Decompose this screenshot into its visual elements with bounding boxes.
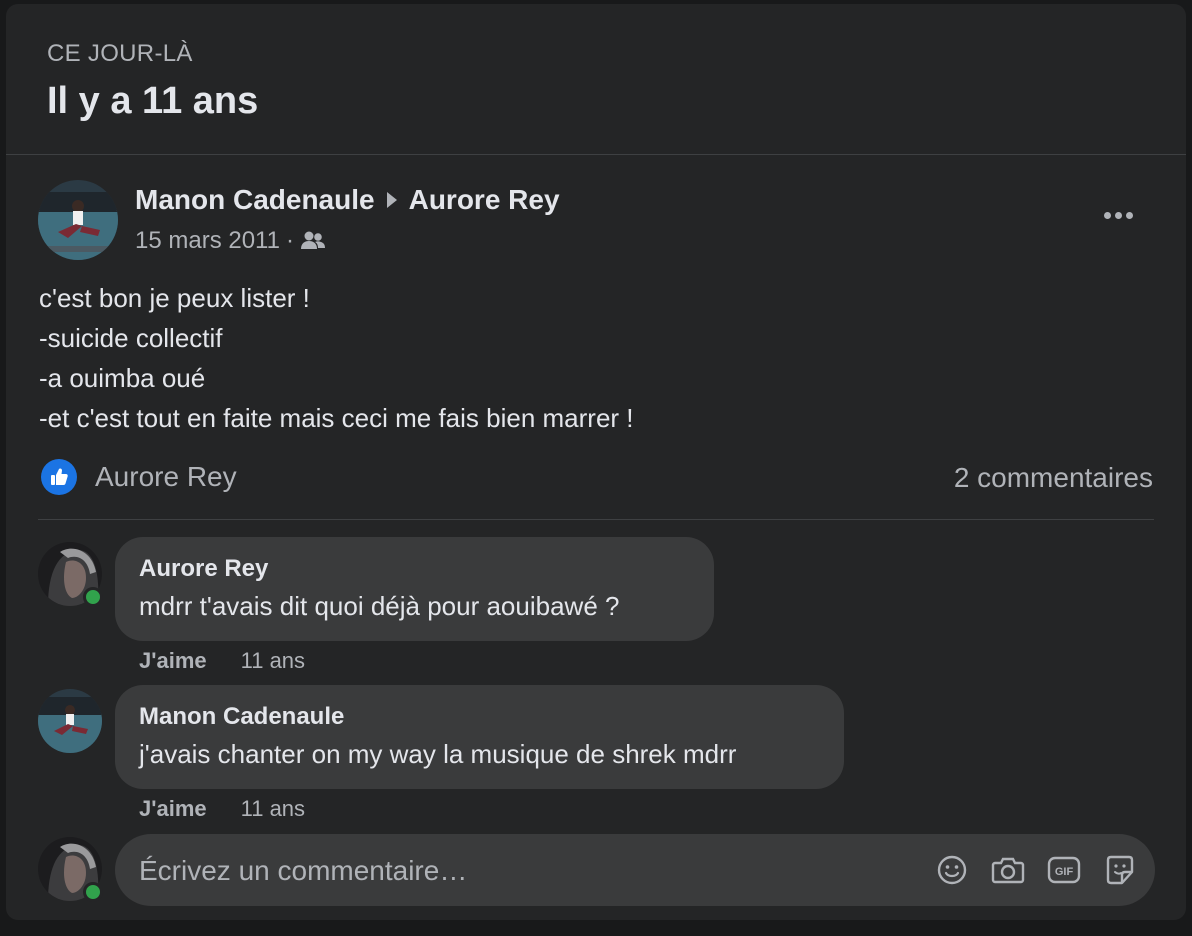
post-line: -suicide collectif: [39, 323, 223, 353]
comment-text: mdrr t'avais dit quoi déjà pour aouibawé…: [139, 591, 620, 621]
more-dot: [1125, 211, 1133, 219]
post-author-avatar[interactable]: [38, 180, 118, 260]
post-line: -et c'est tout en faite mais ceci me fai…: [39, 403, 634, 433]
divider: [38, 519, 1154, 520]
meta-separator: ·: [285, 227, 294, 254]
sticker-icon[interactable]: [1103, 850, 1137, 890]
memories-header: CE JOUR-LÀ Il y a 11 ans: [6, 4, 1186, 155]
online-status-icon: [83, 882, 103, 902]
comment-input[interactable]: [137, 834, 901, 908]
comment-actions: J'aime 11 ans: [139, 648, 305, 674]
comments-count-link[interactable]: 2 commentaires: [954, 462, 1153, 494]
more-dot: [1103, 211, 1111, 219]
camera-icon[interactable]: [991, 850, 1025, 890]
post-date[interactable]: 15 mars 2011: [135, 227, 280, 255]
memories-kicker: CE JOUR-LÀ: [47, 40, 193, 67]
comment-bubble: Manon Cadenaule j'avais chanter on my wa…: [115, 685, 844, 789]
post-author-line: Manon Cadenaule Aurore Rey: [135, 184, 560, 216]
reaction-names: Aurore Rey: [95, 461, 237, 492]
comment-author[interactable]: Aurore Rey: [139, 555, 690, 583]
more-options-icon[interactable]: [1098, 200, 1138, 230]
online-status-icon: [83, 587, 103, 607]
comment-like-button[interactable]: J'aime: [139, 796, 207, 822]
svg-text:GIF: GIF: [1055, 866, 1074, 878]
arrow-right-icon: [386, 191, 397, 208]
comment-like-button[interactable]: J'aime: [139, 648, 207, 674]
comment-avatar[interactable]: [38, 689, 102, 753]
post-line: c'est bon je peux lister !: [39, 283, 310, 313]
comment-bubble: Aurore Rey mdrr t'avais dit quoi déjà po…: [115, 537, 714, 641]
memories-card: CE JOUR-LÀ Il y a 11 ans Manon Cadenaule…: [6, 4, 1186, 920]
composer-icons: GIF: [935, 850, 1137, 890]
friends-icon[interactable]: [300, 230, 326, 252]
comment-actions: J'aime 11 ans: [139, 796, 305, 822]
post-line: -a ouimba oué: [39, 363, 206, 393]
comment-timestamp[interactable]: 11 ans: [241, 796, 305, 822]
emoji-icon[interactable]: [935, 850, 969, 890]
reactions-summary[interactable]: Aurore Rey: [41, 459, 237, 495]
like-icon: [41, 459, 77, 495]
post-meta: 15 mars 2011 ·: [135, 227, 326, 255]
comment-author[interactable]: Manon Cadenaule: [139, 703, 820, 731]
comment-composer: GIF: [115, 834, 1155, 908]
comment-text: j'avais chanter on my way la musique de …: [139, 739, 737, 769]
memories-title: Il y a 11 ans: [47, 80, 259, 122]
post-author-name[interactable]: Manon Cadenaule: [135, 184, 375, 215]
post-target-name[interactable]: Aurore Rey: [409, 184, 560, 215]
post-body: c'est bon je peux lister ! -suicide coll…: [39, 278, 634, 438]
gif-icon[interactable]: GIF: [1047, 850, 1081, 890]
comment-timestamp[interactable]: 11 ans: [241, 648, 305, 674]
more-dot: [1114, 211, 1122, 219]
